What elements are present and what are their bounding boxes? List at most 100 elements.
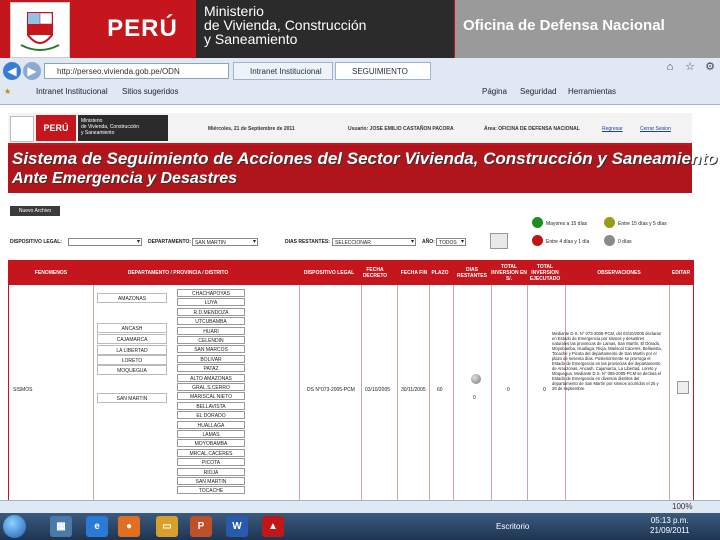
word-taskbar-icon[interactable]: W xyxy=(226,516,248,537)
pdf-taskbar-icon[interactable]: ▲ xyxy=(262,516,284,537)
cell-dispositivo: DS N°073-2005-PCM xyxy=(307,387,355,393)
district-cell: GRAL.S.CERRO xyxy=(177,383,245,391)
anio-label: AÑO: xyxy=(422,239,435,245)
col-fecha-fin: FECHA FIN xyxy=(400,270,428,276)
province-cell: AMAZONAS xyxy=(97,293,167,303)
province-cell: SAN MARTIN xyxy=(97,393,167,403)
dias-label: DIAS RESTANTES: xyxy=(285,239,330,245)
edit-icon[interactable] xyxy=(677,381,689,394)
col-divider xyxy=(93,285,94,500)
system-title-line-2: Ante Emergencia y Desastres xyxy=(12,170,237,187)
cell-observaciones: Mediante D.S. N° 073-2005-PCM, del 03/10… xyxy=(552,331,662,391)
regresar-link[interactable]: Regresar xyxy=(602,126,623,132)
col-fenomenos: FENOMENOS xyxy=(34,270,68,276)
clock[interactable]: 05:13 p.m. 21/09/2011 xyxy=(650,516,689,536)
site-area: Área: OFICINA DE DEFENSA NACIONAL xyxy=(484,126,580,132)
dispositivo-input[interactable] xyxy=(68,238,142,246)
cell-fecha-decreto: 03/10/2005 xyxy=(365,387,391,393)
start-button-icon[interactable] xyxy=(3,515,26,538)
zoom-level[interactable]: 100% xyxy=(672,502,692,511)
desktop-label[interactable]: Escritorio xyxy=(496,522,529,531)
district-cell: RIOJA xyxy=(177,467,245,476)
dias-select[interactable]: SELECCIONAR xyxy=(332,238,416,246)
district-cell: PATAZ xyxy=(177,364,245,373)
cell-fenomeno: SISMOS xyxy=(13,387,33,393)
banner-country: PERÚ xyxy=(90,0,195,58)
web-page: PERÚ Ministerio de Vivienda, Construcció… xyxy=(0,105,720,500)
banner-ministry: Ministerio de Vivienda, Construcción y S… xyxy=(196,0,454,58)
col-divider xyxy=(527,285,528,500)
province-cell: MOQUEGUA xyxy=(97,365,167,375)
powerpoint-taskbar-icon[interactable]: P xyxy=(190,516,212,537)
browser-chrome: ◀ ▶ http://perseo.vivienda.gob.pe/ODN In… xyxy=(0,58,720,105)
anio-select[interactable]: TODOS xyxy=(436,238,466,246)
col-divider xyxy=(429,285,430,500)
cell-plazo: 60 xyxy=(437,387,443,393)
col-divider xyxy=(453,285,454,500)
district-cell: HUALLAGA xyxy=(177,420,245,429)
district-cell: CHACHAPOYAS xyxy=(177,289,245,297)
print-icon[interactable] xyxy=(490,233,508,249)
district-cell: BELLAVISTA xyxy=(177,401,245,410)
favorite-link-sugeridos[interactable]: Sitios sugeridos xyxy=(122,87,178,96)
site-country: PERÚ xyxy=(36,115,76,141)
address-bar[interactable]: http://perseo.vivienda.gob.pe/ODN xyxy=(44,63,229,79)
district-cell: SAN MARCOS xyxy=(177,345,245,354)
district-cell: TOCACHE xyxy=(177,486,245,495)
forward-icon[interactable]: ▶ xyxy=(23,62,41,80)
col-total-inversion: TOTAL INVERSION EN S/. xyxy=(491,264,527,282)
banner-ministry-line-1: Ministerio xyxy=(204,3,264,19)
firefox-taskbar-icon[interactable]: ● xyxy=(118,516,140,537)
col-divider xyxy=(669,285,670,500)
site-ministry-line-3: y Saneamiento xyxy=(81,130,115,136)
district-cell: HUARI xyxy=(177,326,245,335)
legend-yellow-dot xyxy=(604,217,615,228)
legend-label-4: 0 días xyxy=(618,239,632,245)
district-cell: MARISCAL NIETO xyxy=(177,392,245,401)
cell-total-inversion: 0 xyxy=(507,387,510,393)
legend-label-3: Entre 4 días y 1 día xyxy=(546,239,590,245)
cell-total-ejecutado: 0 xyxy=(543,387,546,393)
col-fecha-decreto: FECHA DECRETO xyxy=(362,267,388,279)
site-date: Miércoles, 21 de Septiembre de 2011 xyxy=(208,126,295,132)
favorites-star-icon[interactable]: ☆ xyxy=(684,61,696,73)
explorer-taskbar-icon[interactable]: ▦ xyxy=(50,516,72,537)
menu-pagina[interactable]: Página xyxy=(482,87,507,96)
table-header: FENOMENOS DEPARTAMENTO / PROVINCIA / DIS… xyxy=(9,261,693,285)
departamento-select[interactable]: SAN MARTIN xyxy=(192,238,258,246)
tab-intranet[interactable]: Intranet Institucional xyxy=(233,62,333,80)
banner-ministry-line-2: de Vivienda, Construcción xyxy=(204,17,367,33)
gear-icon[interactable]: ⚙ xyxy=(704,61,716,73)
tab-seguimiento[interactable]: SEGUIMIENTO xyxy=(335,62,431,80)
province-cell: LA LIBERTAD xyxy=(97,345,167,355)
cell-dias-restantes: 0 xyxy=(473,395,476,401)
system-title-band: Sistema de Seguimiento de Acciones del S… xyxy=(8,145,717,193)
command-bar: ★ Intranet Institucional Sitios sugerido… xyxy=(0,83,720,103)
menu-herramientas[interactable]: Herramientas xyxy=(568,87,616,96)
legend-green-dot xyxy=(532,217,543,228)
district-cell: LUYA xyxy=(177,298,245,307)
favorite-link-intranet[interactable]: Intranet Institucional xyxy=(36,87,108,96)
legend-label-1: Mayores a 15 días xyxy=(546,221,588,227)
site-user: Usuario: JOSE EMILIO CASTAÑON PACORA xyxy=(348,126,454,132)
district-cell: LAMAS xyxy=(177,430,245,438)
folder-taskbar-icon[interactable]: ▭ xyxy=(156,516,178,537)
site-ministry: Ministerio de Vivienda, Construcción y S… xyxy=(78,115,168,141)
legend-red-dot xyxy=(532,235,543,246)
nuevo-archivo-button[interactable]: Nuevo Archivo xyxy=(10,206,60,216)
col-divider xyxy=(397,285,398,500)
banner-ministry-line-3: y Saneamiento xyxy=(204,31,298,47)
taskbar: ▦ e ● ▭ P W ▲ Escritorio 05:13 p.m. 21/0… xyxy=(0,513,720,540)
col-total-ejecutado: TOTAL INVERSION EJECUTADO xyxy=(529,264,561,282)
district-cell: CELENDIN xyxy=(177,336,245,344)
cerrar-sesion-link[interactable]: Cerrar Sesion xyxy=(640,126,671,132)
favorites-icon[interactable]: ★ xyxy=(4,87,11,96)
back-icon[interactable]: ◀ xyxy=(3,62,21,80)
district-cell: R.D.MENDOZA xyxy=(177,307,245,316)
ie-taskbar-icon[interactable]: e xyxy=(86,516,108,537)
home-icon[interactable]: ⌂ xyxy=(664,61,676,73)
banner-office: Oficina de Defensa Nacional xyxy=(455,0,720,58)
menu-seguridad[interactable]: Seguridad xyxy=(520,87,556,96)
site-coat-of-arms xyxy=(10,116,34,142)
province-cell: LORETO xyxy=(97,355,167,365)
